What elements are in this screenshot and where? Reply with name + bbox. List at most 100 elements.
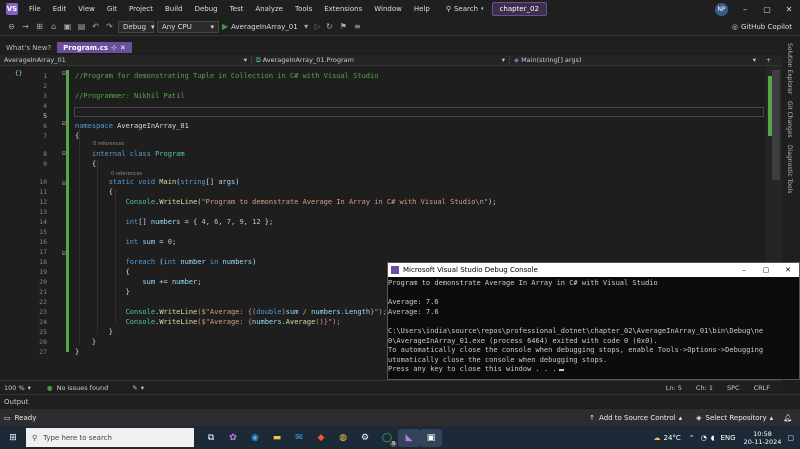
cursor-line[interactable]: Ln: 5 bbox=[666, 384, 682, 392]
save-icon[interactable]: ▣ bbox=[62, 22, 73, 31]
start-target-button[interactable]: AverageInArray_01 bbox=[231, 23, 298, 31]
whatsapp-icon[interactable]: ◯ 9 bbox=[376, 429, 398, 447]
solution-explorer-tab[interactable]: Solution Explorer bbox=[786, 43, 793, 94]
start-debugging-icon[interactable]: ▶ bbox=[222, 22, 228, 31]
output-panel-tab[interactable]: Output bbox=[0, 394, 800, 408]
visual-studio-taskbar-icon[interactable]: ◣ bbox=[398, 428, 420, 447]
open-folder-icon[interactable]: ⌂ bbox=[48, 22, 59, 31]
platform-dropdown[interactable]: Any CPU ▾ bbox=[157, 20, 219, 33]
console-taskbar-icon[interactable]: ▣ bbox=[420, 428, 442, 447]
whitespace-mode[interactable]: SPC bbox=[727, 384, 740, 392]
code-line[interactable]: 17 bbox=[0, 247, 766, 257]
menu-debug[interactable]: Debug bbox=[189, 5, 224, 13]
comment-icon[interactable]: ≡ bbox=[352, 22, 363, 31]
code-line[interactable]: 1 //Program for demonstrating Tuple in Co… bbox=[0, 71, 766, 81]
menu-analyze[interactable]: Analyze bbox=[249, 5, 289, 13]
chrome-icon[interactable]: ◍ bbox=[332, 429, 354, 447]
language-indicator[interactable]: ENG bbox=[721, 434, 736, 442]
split-editor-icon[interactable]: + bbox=[766, 56, 771, 64]
code-line[interactable]: 9 { bbox=[0, 159, 766, 169]
brave-icon[interactable]: ◆ bbox=[310, 429, 332, 447]
code-line[interactable]: 11 { bbox=[0, 187, 766, 197]
redo-icon[interactable]: ↷ bbox=[104, 22, 115, 31]
maximize-icon[interactable]: ▢ bbox=[755, 266, 777, 274]
bookmark-icon[interactable]: ⚑ bbox=[338, 22, 349, 31]
tab-whats-new[interactable]: What's New? bbox=[0, 42, 57, 53]
project-dropdown[interactable]: AverageInArray_01 ▾ bbox=[0, 56, 252, 64]
select-repository-button[interactable]: Select Repository bbox=[706, 414, 767, 422]
github-copilot-button[interactable]: ◎ GitHub Copilot bbox=[732, 23, 792, 31]
task-view-icon[interactable]: ⧉ bbox=[200, 429, 222, 447]
brush-icon[interactable]: ✎ bbox=[132, 384, 137, 392]
taskbar-search-box[interactable]: ⚲ Type here to search bbox=[26, 428, 194, 447]
menu-window[interactable]: Window bbox=[368, 5, 408, 13]
menu-test[interactable]: Test bbox=[224, 5, 250, 13]
back-icon[interactable]: ⊖ bbox=[6, 22, 17, 31]
class-dropdown[interactable]: ⧉ AverageInArray_01.Program ▾ bbox=[252, 55, 510, 65]
configuration-dropdown[interactable]: Debug ▾ bbox=[118, 20, 155, 33]
solution-name-badge[interactable]: chapter_02 bbox=[491, 2, 547, 16]
network-icon[interactable]: ◔ bbox=[701, 434, 707, 442]
minimize-icon[interactable]: – bbox=[733, 266, 755, 274]
settings-icon[interactable]: ⚙ bbox=[354, 429, 376, 447]
notification-center-icon[interactable]: ▢ bbox=[787, 434, 794, 442]
code-line[interactable]: 5 bbox=[0, 111, 766, 121]
search-box[interactable]: ⚲ Search ▾ bbox=[442, 5, 488, 13]
code-line[interactable]: 2 bbox=[0, 81, 766, 91]
undo-icon[interactable]: ↶ bbox=[90, 22, 101, 31]
console-title-bar[interactable]: Microsoft Visual Studio Debug Console – … bbox=[388, 263, 799, 277]
chevron-up-icon[interactable]: ⌃ bbox=[689, 434, 695, 442]
close-icon[interactable]: ✕ bbox=[777, 266, 799, 274]
menu-view[interactable]: View bbox=[72, 5, 101, 13]
code-line[interactable]: 12 Console.WriteLine("Program to demonst… bbox=[0, 197, 766, 207]
zoom-level[interactable]: 100 % bbox=[0, 384, 25, 392]
menu-file[interactable]: File bbox=[23, 5, 47, 13]
debug-console-window[interactable]: Microsoft Visual Studio Debug Console – … bbox=[387, 262, 800, 380]
new-project-icon[interactable]: ⊞ bbox=[34, 22, 45, 31]
code-line[interactable]: 7{ bbox=[0, 131, 766, 141]
scroll-thumb[interactable] bbox=[772, 70, 780, 180]
chevron-up-icon[interactable]: ▴ bbox=[679, 414, 683, 422]
menu-git[interactable]: Git bbox=[101, 5, 123, 13]
menu-project[interactable]: Project bbox=[123, 5, 159, 13]
menu-build[interactable]: Build bbox=[159, 5, 189, 13]
chevron-down-icon[interactable]: ▾ bbox=[301, 22, 312, 31]
menu-tools[interactable]: Tools bbox=[289, 5, 318, 13]
file-explorer-icon[interactable]: ▬ bbox=[266, 429, 288, 447]
copilot-app-icon[interactable]: ✿ bbox=[222, 429, 244, 447]
code-line[interactable]: 6 namespace AverageInArray_01 bbox=[0, 121, 766, 131]
line-ending[interactable]: CRLF bbox=[754, 384, 770, 392]
code-line[interactable]: 16 int sum = 0; bbox=[0, 237, 766, 247]
chevron-down-icon[interactable]: ▾ bbox=[28, 384, 31, 392]
code-line[interactable]: 15 bbox=[0, 227, 766, 237]
tab-program-cs[interactable]: Program.cs ⊹ ✕ bbox=[57, 42, 132, 53]
code-line[interactable]: 13 bbox=[0, 207, 766, 217]
issues-label[interactable]: No issues found bbox=[57, 384, 109, 392]
save-all-icon[interactable]: ▤ bbox=[76, 22, 87, 31]
avatar[interactable]: NP bbox=[715, 2, 728, 16]
member-dropdown[interactable]: ◈ Main(string[] args) ▾ bbox=[510, 56, 760, 64]
minimize-icon[interactable]: – bbox=[734, 5, 756, 14]
codelens-references[interactable]: 0 references bbox=[93, 141, 124, 147]
mail-icon[interactable]: ✉ bbox=[288, 429, 310, 447]
chevron-down-icon[interactable]: ▾ bbox=[141, 384, 144, 392]
menu-extensions[interactable]: Extensions bbox=[318, 5, 368, 13]
edge-icon[interactable]: ◉ bbox=[244, 429, 266, 447]
hot-reload-icon[interactable]: ↻ bbox=[324, 22, 335, 31]
cursor-column[interactable]: Ch: 1 bbox=[696, 384, 713, 392]
maximize-icon[interactable]: ▢ bbox=[756, 5, 778, 14]
code-line[interactable]: 8 internal class Program bbox=[0, 149, 766, 159]
menu-edit[interactable]: Edit bbox=[47, 5, 73, 13]
windows-start-icon[interactable]: ⊞ bbox=[0, 429, 26, 447]
weather-temp[interactable]: 24°C bbox=[664, 434, 681, 442]
code-line[interactable]: 3 //Programmer: Nikhil Patil bbox=[0, 91, 766, 101]
code-line[interactable]: 4 bbox=[0, 101, 766, 111]
notifications-icon[interactable]: 🔔︎ bbox=[783, 414, 792, 422]
forward-icon[interactable]: → bbox=[20, 22, 31, 31]
chevron-up-icon[interactable]: ▴ bbox=[770, 414, 774, 422]
close-icon[interactable]: ✕ bbox=[120, 44, 126, 52]
clock[interactable]: 10:58 20-11-2024 bbox=[744, 430, 782, 446]
diagnostic-tools-tab[interactable]: Diagnostic Tools bbox=[786, 145, 793, 193]
menu-help[interactable]: Help bbox=[408, 5, 436, 13]
pin-icon[interactable]: ⊹ bbox=[111, 44, 117, 52]
